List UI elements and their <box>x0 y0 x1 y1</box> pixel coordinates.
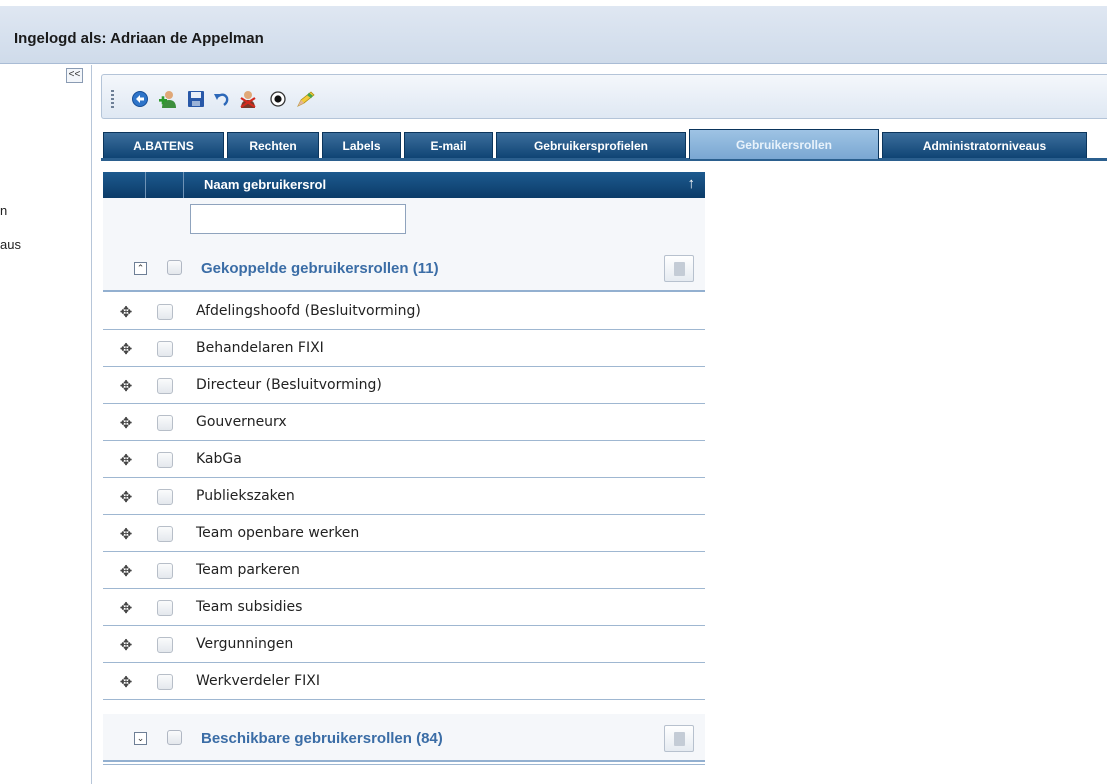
column-separator <box>145 172 146 198</box>
linked-group-header: ⌃ Gekoppelde gebruikersrollen (11) <box>103 244 705 292</box>
table-row[interactable]: ✥ Gouverneurx <box>103 405 705 441</box>
row-checkbox[interactable] <box>157 378 173 394</box>
drag-handle-icon[interactable]: ✥ <box>117 304 135 322</box>
row-label: Afdelingshoofd (Besluitvorming) <box>196 303 421 319</box>
available-group-header: ⌄ Beschikbare gebruikersrollen (84) <box>103 714 705 762</box>
drag-handle-icon[interactable]: ✥ <box>117 563 135 581</box>
row-checkbox[interactable] <box>157 600 173 616</box>
toolbar-grip[interactable] <box>111 90 114 110</box>
column-separator <box>183 172 184 198</box>
filter-input[interactable] <box>190 204 406 234</box>
row-checkbox[interactable] <box>157 489 173 505</box>
row-label: Behandelaren FIXI <box>196 340 324 356</box>
grid-header: Naam gebruikersrol ↑ <box>103 172 705 198</box>
drag-handle-icon[interactable]: ✥ <box>117 415 135 433</box>
column-header-naam[interactable]: Naam gebruikersrol <box>204 177 326 192</box>
logged-in-label: Ingelogd als: Adriaan de Appelman <box>14 30 264 47</box>
collapse-panel-button[interactable]: << <box>66 68 83 83</box>
group-action-button[interactable] <box>664 255 694 282</box>
table-row[interactable]: ✥ Vergunningen <box>103 627 705 663</box>
row-label: Gouverneurx <box>196 414 287 430</box>
tab-abatens[interactable]: A.BATENS <box>103 132 224 158</box>
refresh-icon[interactable] <box>130 89 150 109</box>
tab-rechten[interactable]: Rechten <box>227 132 319 158</box>
row-label: Vergunningen <box>196 636 294 652</box>
drag-handle-icon[interactable]: ✥ <box>117 378 135 396</box>
expand-group-icon[interactable]: ⌄ <box>134 732 147 745</box>
grid-bottom-border <box>103 764 705 765</box>
tab-email[interactable]: E-mail <box>404 132 493 158</box>
undo-icon[interactable] <box>212 89 232 109</box>
group-title: Beschikbare gebruikersrollen (84) <box>201 730 443 747</box>
row-checkbox[interactable] <box>157 304 173 320</box>
table-row[interactable]: ✥ Publiekszaken <box>103 479 705 515</box>
group-select-checkbox[interactable] <box>167 260 182 275</box>
drag-handle-icon[interactable]: ✥ <box>117 674 135 692</box>
tab-gebruikersrollen[interactable]: Gebruikersrollen <box>689 129 879 159</box>
collapse-group-icon[interactable]: ⌃ <box>134 262 147 275</box>
row-checkbox[interactable] <box>157 637 173 653</box>
table-row[interactable]: ✥ Werkverdeler FIXI <box>103 664 705 700</box>
header-bar: Ingelogd als: Adriaan de Appelman <box>0 6 1107 64</box>
row-label: KabGa <box>196 451 242 467</box>
drag-handle-icon[interactable]: ✥ <box>117 341 135 359</box>
left-nav-item[interactable]: aus <box>0 237 21 252</box>
table-row[interactable]: ✥ Team parkeren <box>103 553 705 589</box>
tab-gebruikersprofielen[interactable]: Gebruikersprofielen <box>496 132 686 158</box>
group-title: Gekoppelde gebruikersrollen (11) <box>201 260 439 277</box>
table-row[interactable]: ✥ Behandelaren FIXI <box>103 331 705 367</box>
save-icon[interactable] <box>186 89 206 109</box>
row-checkbox[interactable] <box>157 452 173 468</box>
drag-handle-icon[interactable]: ✥ <box>117 526 135 544</box>
view-icon[interactable] <box>268 89 288 109</box>
filter-row <box>103 198 705 244</box>
row-label: Publiekszaken <box>196 488 295 504</box>
row-checkbox[interactable] <box>157 341 173 357</box>
tab-labels[interactable]: Labels <box>322 132 401 158</box>
row-checkbox[interactable] <box>157 415 173 431</box>
drag-handle-icon[interactable]: ✥ <box>117 452 135 470</box>
left-nav-item[interactable]: n <box>0 203 7 218</box>
row-checkbox[interactable] <box>157 526 173 542</box>
drag-handle-icon[interactable]: ✥ <box>117 600 135 618</box>
row-label: Werkverdeler FIXI <box>196 673 321 689</box>
table-row[interactable]: ✥ Team subsidies <box>103 590 705 626</box>
left-panel: n aus <box>0 65 92 784</box>
table-row[interactable]: ✥ KabGa <box>103 442 705 478</box>
group-action-button[interactable] <box>664 725 694 752</box>
row-label: Team openbare werken <box>196 525 360 541</box>
drag-handle-icon[interactable]: ✥ <box>117 637 135 655</box>
row-label: Directeur (Besluitvorming) <box>196 377 382 393</box>
add-user-icon[interactable] <box>158 89 178 109</box>
sort-ascending-icon[interactable]: ↑ <box>688 175 696 192</box>
edit-icon[interactable] <box>296 89 316 109</box>
row-label: Team parkeren <box>196 562 300 578</box>
group-select-checkbox[interactable] <box>167 730 182 745</box>
remove-user-icon[interactable] <box>238 89 258 109</box>
drag-handle-icon[interactable]: ✥ <box>117 489 135 507</box>
table-row[interactable]: ✥ Directeur (Besluitvorming) <box>103 368 705 404</box>
toolbar <box>101 74 1107 119</box>
table-row[interactable]: ✥ Afdelingshoofd (Besluitvorming) <box>103 294 705 330</box>
tab-bar: A.BATENS Rechten Labels E-mail Gebruiker… <box>101 129 1107 161</box>
row-label: Team subsidies <box>196 599 303 615</box>
row-checkbox[interactable] <box>157 674 173 690</box>
table-row[interactable]: ✥ Team openbare werken <box>103 516 705 552</box>
row-checkbox[interactable] <box>157 563 173 579</box>
tab-administratorniveaus[interactable]: Administratorniveaus <box>882 132 1087 158</box>
